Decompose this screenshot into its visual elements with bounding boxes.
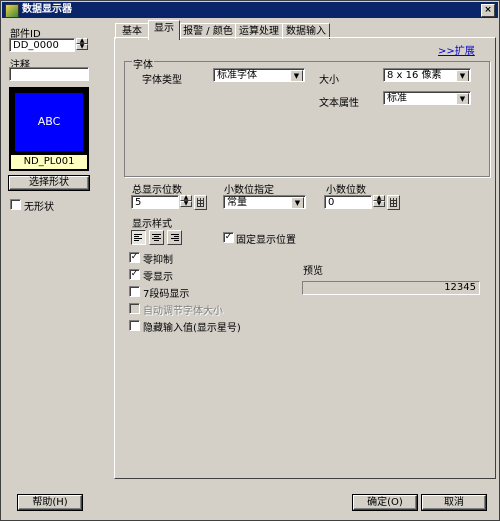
app-icon (5, 4, 19, 18)
zero-display-label: 零显示 (143, 272, 173, 283)
font-type-label: 字体类型 (142, 75, 182, 86)
total-digits-label: 总显示位数 (132, 185, 182, 196)
size-label: 大小 (319, 75, 339, 86)
seven-seg-label: 7段码显示 (143, 289, 190, 300)
dialog-window: 数据显示器 × 部件ID DD_0000 ▲ ▼ 注释 ABC ND_PL001 … (0, 0, 500, 521)
seven-seg-checkbox[interactable] (129, 286, 140, 297)
part-id-spinner[interactable]: ▲ ▼ (76, 38, 88, 50)
total-digits-spinner[interactable]: ▲ ▼ (180, 195, 192, 207)
shape-name: ND_PL001 (11, 155, 87, 169)
expand-link[interactable]: >>扩展 (438, 42, 475, 57)
total-digits-keypad-icon[interactable] (194, 195, 207, 210)
chevron-down-icon[interactable]: ▼ (291, 197, 304, 208)
decimal-digits-keypad-icon[interactable] (387, 195, 400, 210)
tab-display[interactable]: 显示 (148, 20, 180, 40)
decimal-spec-value: 常量 (227, 197, 247, 208)
decimal-spec-label: 小数位指定 (224, 185, 274, 196)
font-type-value: 标准字体 (217, 70, 257, 81)
preview-value: 12345 (302, 281, 480, 295)
decimal-digits-spinner[interactable]: ▲ ▼ (373, 195, 385, 207)
hide-input-checkbox[interactable] (129, 320, 140, 331)
align-right-icon (171, 234, 179, 241)
ok-button[interactable]: 确定(O) (353, 495, 417, 510)
decimal-digits-label: 小数位数 (326, 185, 366, 196)
text-attr-value: 标准 (387, 93, 407, 104)
title-bar: 数据显示器 × (2, 2, 498, 18)
size-select[interactable]: 8 x 16 像素 ▼ (383, 68, 471, 82)
display-style-label: 显示样式 (132, 219, 172, 230)
auto-font-label: 自动调节字体大小 (143, 306, 223, 317)
auto-font-checkbox (129, 303, 140, 314)
font-type-select[interactable]: 标准字体 ▼ (213, 68, 305, 82)
fixed-position-checkbox[interactable]: ✓ (223, 232, 234, 243)
help-button[interactable]: 帮助(H) (18, 495, 82, 510)
align-center-icon (152, 234, 161, 241)
zero-suppress-label: 零抑制 (143, 255, 173, 266)
zero-display-checkbox[interactable]: ✓ (129, 269, 140, 280)
chevron-down-icon[interactable]: ▼ (456, 93, 469, 104)
text-attr-select[interactable]: 标准 ▼ (383, 91, 471, 105)
size-value: 8 x 16 像素 (387, 70, 442, 81)
hide-input-label: 隐藏输入值(显示星号) (143, 323, 241, 334)
no-shape-checkbox[interactable] (10, 199, 21, 210)
align-right-button[interactable] (167, 230, 182, 245)
preview-label: 预览 (303, 266, 323, 277)
chevron-down-icon[interactable]: ▼ (456, 70, 469, 81)
fixed-position-label: 固定显示位置 (236, 235, 296, 246)
total-digits-input[interactable]: 5 (131, 195, 179, 209)
text-attr-label: 文本属性 (319, 98, 359, 109)
window-title: 数据显示器 (22, 4, 72, 15)
align-center-button[interactable] (149, 230, 164, 245)
chevron-down-icon[interactable]: ▼ (290, 70, 303, 81)
decimal-digits-input[interactable]: 0 (324, 195, 372, 209)
shape-preview-swatch: ABC (15, 93, 83, 151)
select-shape-button[interactable]: 选择形状 (9, 176, 89, 190)
shape-preview: ABC ND_PL001 (9, 87, 89, 171)
zero-suppress-checkbox[interactable]: ✓ (129, 252, 140, 263)
shape-preview-text: ABC (37, 115, 61, 128)
part-id-input[interactable]: DD_0000 (9, 38, 75, 52)
align-left-button[interactable] (131, 230, 146, 245)
no-shape-label: 无形状 (24, 202, 54, 213)
font-group-title: 字体 (132, 56, 154, 71)
align-left-icon (134, 234, 142, 241)
close-icon[interactable]: × (481, 4, 495, 17)
cancel-button[interactable]: 取消 (422, 495, 486, 510)
decimal-spec-select[interactable]: 常量 ▼ (223, 195, 306, 209)
comment-input[interactable] (9, 67, 89, 81)
